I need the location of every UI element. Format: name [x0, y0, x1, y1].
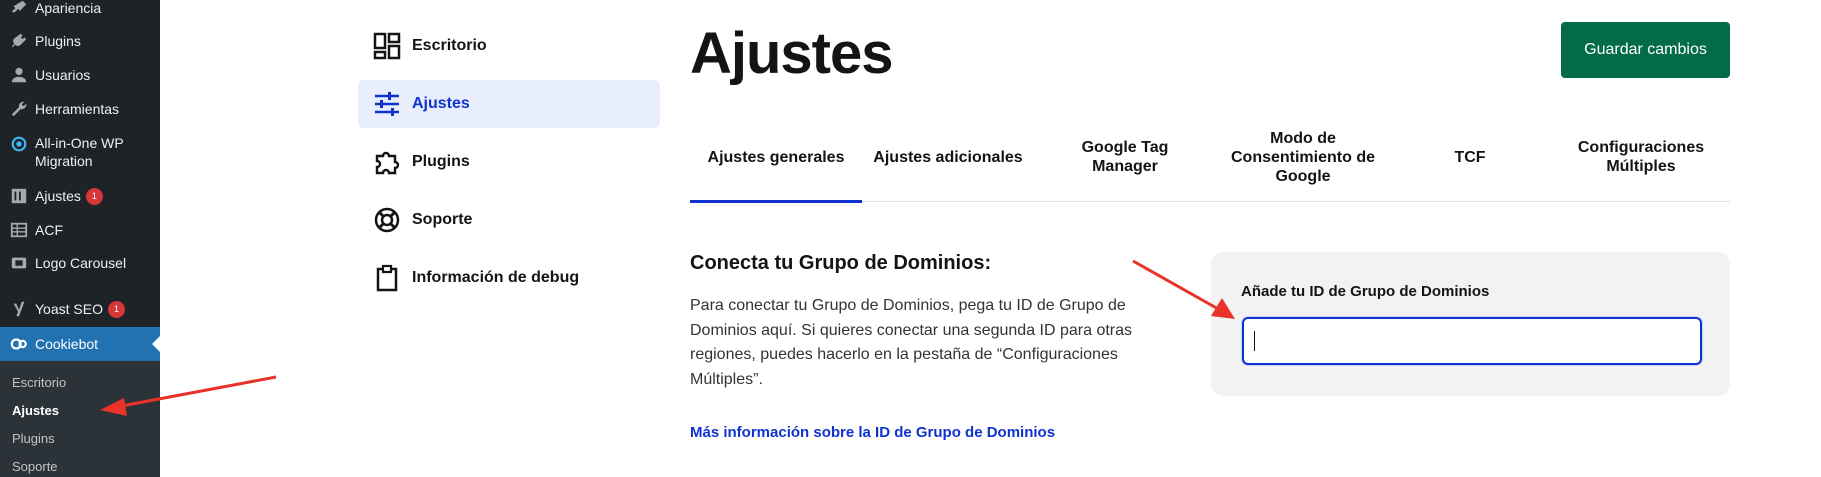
lifebuoy-icon: [372, 205, 402, 235]
wp-submenu-escritorio[interactable]: Escritorio: [12, 375, 66, 390]
carousel-icon: [9, 253, 29, 273]
settings-icon: [9, 186, 29, 206]
section-description: Para conectar tu Grupo de Dominios, pega…: [690, 297, 1133, 388]
wrench-icon: [9, 99, 29, 119]
paintbrush-icon: [9, 0, 29, 18]
tab-tcf[interactable]: TCF: [1400, 112, 1540, 202]
domain-group-card: Añade tu ID de Grupo de Dominios: [1211, 252, 1730, 396]
plugin-nav-label: Soporte: [412, 211, 473, 228]
ajustes-update-badge: 1: [85, 187, 103, 205]
dashboard-icon: [372, 31, 402, 61]
wp-menu-apariencia[interactable]: Apariencia: [0, 0, 160, 16]
plugin-nav-ajustes[interactable]: Ajustes: [358, 80, 660, 128]
migration-label-line1: All-in-One WP: [35, 135, 124, 151]
tab-ajustes-adicionales[interactable]: Ajustes adicionales: [862, 112, 1034, 202]
section-title: Conecta tu Grupo de Dominios:: [690, 252, 992, 274]
plugin-nav-label: Plugins: [412, 153, 470, 170]
plugin-nav-informacion-debug[interactable]: Información de debug: [358, 254, 660, 302]
wp-menu-cookiebot[interactable]: Cookiebot: [0, 327, 160, 361]
page-title: Ajustes: [690, 21, 894, 86]
wp-submenu-cookiebot: Escritorio Ajustes Plugins Soporte: [0, 361, 160, 477]
annotation-arrows: [100, 259, 1235, 416]
text-cursor: [1254, 331, 1255, 351]
tab-google-tag-manager[interactable]: Google Tag Manager: [1049, 112, 1201, 202]
migration-icon: [9, 134, 29, 154]
wp-menu-plugins[interactable]: Plugins: [0, 30, 160, 52]
tab-modo-consentimiento-google[interactable]: Modo de Consentimiento de Google: [1215, 112, 1391, 202]
plugin-nav-plugins[interactable]: Plugins: [358, 138, 660, 186]
domain-group-id-label: Añade tu ID de Grupo de Dominios: [1241, 283, 1490, 300]
wp-menu-acf[interactable]: ACF: [0, 219, 160, 241]
wp-admin-sidebar: Apariencia Plugins Usuarios Herramientas…: [0, 0, 160, 477]
cookiebot-icon: [9, 334, 29, 354]
save-changes-button[interactable]: Guardar cambios: [1561, 22, 1730, 78]
migration-label-line2: Migration: [35, 153, 93, 169]
wp-menu-herramientas[interactable]: Herramientas: [0, 98, 160, 120]
plug-icon: [9, 31, 29, 51]
yoast-notification-badge: 1: [107, 300, 125, 318]
wp-menu-yoast-seo[interactable]: Yoast SEO 1: [0, 298, 160, 320]
more-info-link[interactable]: Más información sobre la ID de Grupo de …: [690, 424, 1055, 441]
wp-menu-all-in-one-migration[interactable]: All-in-One WP Migration: [0, 134, 160, 174]
plugin-nav-label: Escritorio: [412, 37, 487, 54]
wp-submenu-plugins[interactable]: Plugins: [12, 431, 55, 446]
plugin-nav-soporte[interactable]: Soporte: [358, 196, 660, 244]
plugin-nav-label: Información de debug: [412, 269, 580, 286]
table-icon: [9, 220, 29, 240]
wp-submenu-soporte[interactable]: Soporte: [12, 459, 58, 474]
sliders-icon: [372, 89, 402, 119]
tab-configuraciones-multiples[interactable]: Configuraciones Múltiples: [1552, 112, 1730, 202]
wp-menu-ajustes[interactable]: Ajustes 1: [0, 185, 160, 207]
wp-menu-logo-carousel[interactable]: Logo Carousel: [0, 252, 160, 274]
plugin-nav-escritorio[interactable]: Escritorio: [358, 22, 660, 70]
wp-submenu-ajustes[interactable]: Ajustes: [12, 403, 59, 418]
puzzle-icon: [372, 147, 402, 177]
settings-tabs: Ajustes generales Ajustes adicionales Go…: [690, 112, 1730, 203]
wp-menu-usuarios[interactable]: Usuarios: [0, 64, 160, 86]
domain-group-id-input[interactable]: [1242, 317, 1702, 365]
tab-ajustes-generales[interactable]: Ajustes generales: [690, 112, 862, 203]
yoast-icon: [9, 299, 29, 319]
user-icon: [9, 65, 29, 85]
plugin-nav-label: Ajustes: [412, 95, 470, 112]
clipboard-icon: [372, 263, 402, 293]
